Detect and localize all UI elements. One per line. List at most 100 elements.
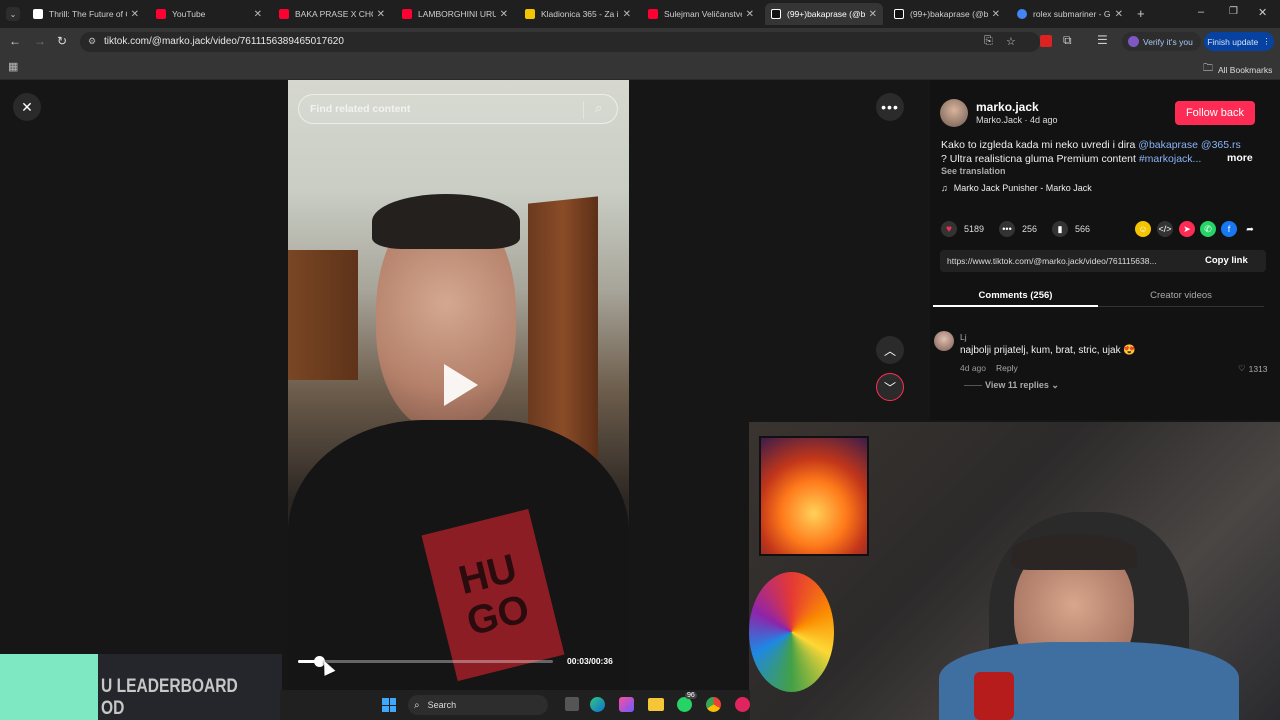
close-tab-icon[interactable]: ✕ (500, 9, 508, 20)
emoji-share-icon[interactable]: ☺ (1135, 221, 1151, 237)
close-video-button[interactable]: ✕ (13, 93, 41, 121)
related-search-input[interactable]: Find related content ⌕ (298, 94, 618, 124)
copy-link-button[interactable]: Copy link (1205, 255, 1248, 266)
browser-tab-active[interactable]: (99+)bakaprase (@b ✕ (765, 3, 883, 25)
url-text[interactable]: tiktok.com/@marko.jack/video/76111563894… (104, 36, 344, 47)
omnibox[interactable]: ⚙ tiktok.com/@marko.jack/video/761115638… (80, 32, 1040, 52)
search-icon[interactable]: ⌕ (595, 100, 602, 116)
previous-video-button[interactable]: ︿ (876, 336, 904, 364)
whatsapp-icon[interactable]: ✆ (1200, 221, 1216, 237)
share-arrow-icon[interactable]: ➦ (1242, 221, 1258, 237)
task-view-icon[interactable] (565, 697, 579, 711)
extension-icon[interactable] (1040, 35, 1052, 47)
finish-update-button[interactable]: Finish update ⋮ (1204, 32, 1274, 51)
mention-link[interactable]: @365.rs (1201, 139, 1241, 151)
heart-outline-icon: ♡ (1238, 363, 1246, 373)
tab-comments[interactable]: Comments (256) (933, 285, 1098, 307)
video-player[interactable]: HU GO Find related content ⌕ 00:03/00:36 (288, 80, 629, 700)
edge-icon[interactable] (590, 697, 605, 712)
extensions-puzzle-icon[interactable]: ⧉ (1063, 33, 1072, 48)
taskbar-search[interactable]: ⌕ Search (408, 695, 548, 715)
tab-search-button[interactable]: ⌄ (6, 7, 20, 21)
new-tab-button[interactable]: + (1137, 6, 1145, 21)
avatar[interactable] (940, 99, 968, 127)
close-window-icon[interactable]: ✕ (1258, 6, 1267, 19)
author-username[interactable]: marko.jack (976, 100, 1039, 114)
windows-start-icon[interactable] (382, 698, 396, 712)
browser-tab[interactable]: BAKA PRASE X CHOC ✕ (273, 3, 391, 25)
follow-back-button[interactable]: Follow back (1175, 101, 1255, 125)
caption-text: ? Ultra realisticna gluma Premium conten… (941, 153, 1139, 165)
taskbar-search-label: Search (427, 700, 457, 710)
like-button[interactable]: ♥ 5189 (941, 221, 984, 237)
site-info-icon[interactable]: ⚙ (88, 36, 96, 47)
browser-tab[interactable]: Kladionica 365 - Za i ✕ (519, 3, 637, 25)
search-placeholder: Find related content (310, 103, 411, 115)
save-button[interactable]: ▮ 566 (1052, 221, 1090, 237)
minimize-icon[interactable]: – (1198, 6, 1204, 18)
tab-creator-videos[interactable]: Creator videos (1098, 285, 1264, 307)
app-icon[interactable] (735, 697, 750, 712)
restore-icon[interactable]: ❐ (1229, 6, 1238, 17)
address-bar: ← → ↻ ⚙ tiktok.com/@marko.jack/video/761… (0, 28, 1280, 56)
reply-button[interactable]: Reply (996, 363, 1018, 373)
bookmark-star-icon[interactable]: ☆ (1006, 35, 1016, 48)
comment-button[interactable]: ••• 256 (999, 221, 1037, 237)
forward-icon[interactable]: → (34, 34, 46, 48)
caption: Kako to izgleda kada mi neko uvredi i di… (941, 138, 1261, 166)
back-icon[interactable]: ← (9, 34, 21, 48)
send-icon[interactable]: ➤ (1179, 221, 1195, 237)
browser-tab[interactable]: rolex submariner - G ✕ (1011, 3, 1129, 25)
browser-tab[interactable]: Thrill: The Future of C ✕ (27, 3, 145, 25)
tiktok-icon (771, 9, 781, 19)
chrome-icon[interactable] (706, 697, 721, 712)
save-count: 566 (1075, 224, 1091, 234)
file-explorer-icon[interactable] (648, 698, 664, 711)
close-tab-icon[interactable]: ✕ (377, 9, 385, 20)
verify-label: Verify it's you (1143, 36, 1193, 47)
copilot-icon[interactable] (619, 697, 634, 712)
tab-label: Kladionica 365 - Za i (541, 9, 619, 19)
close-tab-icon[interactable]: ✕ (623, 9, 631, 20)
hashtag-link[interactable]: #markojack... (1139, 153, 1201, 165)
comment-text: najbolji prijatelj, kum, brat, stric, uj… (960, 345, 1136, 356)
tab-label: (99+)bakaprase (@b (910, 9, 988, 19)
browser-tab[interactable]: YouTube ✕ (150, 3, 268, 25)
comment-avatar[interactable] (934, 331, 954, 351)
comment-author[interactable]: Lj (960, 332, 967, 342)
play-icon[interactable] (444, 364, 478, 406)
close-tab-icon[interactable]: ✕ (254, 9, 262, 20)
music-row[interactable]: ♫ Marko Jack Punisher - Marko Jack (941, 183, 1092, 193)
close-tab-icon[interactable]: ✕ (992, 9, 1000, 20)
close-tab-icon[interactable]: ✕ (746, 9, 754, 20)
share-url[interactable]: https://www.tiktok.com/@marko.jack/video… (947, 256, 1157, 266)
caption-more-button[interactable]: more (1227, 152, 1253, 164)
verify-button[interactable]: Verify it's you (1122, 32, 1201, 51)
next-video-button[interactable]: ﹀ (876, 373, 904, 401)
more-options-button[interactable]: ••• (876, 93, 904, 121)
install-app-icon[interactable]: ⎘ (984, 35, 993, 48)
tab-comments-label: Comments (256) (978, 289, 1053, 301)
browser-tab[interactable]: LAMBORGHINI URUS ✕ (396, 3, 514, 25)
side-panel-icon[interactable]: ☰ (1097, 33, 1108, 47)
see-translation-link[interactable]: See translation (941, 166, 1006, 176)
search-divider (583, 101, 584, 119)
whatsapp-icon[interactable] (677, 697, 692, 712)
comment-like-button[interactable]: ♡ 1313 (1238, 363, 1268, 374)
browser-tab[interactable]: (99+)bakaprase (@b ✕ (888, 3, 1006, 25)
progress-track[interactable] (298, 656, 553, 667)
browser-tab[interactable]: Sulejman Veličanstve ✕ (642, 3, 760, 25)
view-replies-button[interactable]: View 11 replies ⌄ (985, 380, 1059, 391)
banner-graphic (0, 654, 98, 720)
tab-label: BAKA PRASE X CHOC (295, 9, 373, 19)
embed-icon[interactable]: </> (1157, 221, 1173, 237)
reload-icon[interactable]: ↻ (57, 34, 67, 48)
close-tab-icon[interactable]: ✕ (869, 9, 877, 20)
mention-link[interactable]: @bakaprase (1138, 139, 1198, 151)
apps-grid-icon[interactable]: ▦ (8, 60, 18, 73)
close-tab-icon[interactable]: ✕ (1115, 9, 1123, 20)
all-bookmarks-label: All Bookmarks (1218, 64, 1273, 75)
all-bookmarks-button[interactable]: 🗀 All Bookmarks (1203, 61, 1272, 78)
close-tab-icon[interactable]: ✕ (131, 9, 139, 20)
facebook-icon[interactable]: f (1221, 221, 1237, 237)
